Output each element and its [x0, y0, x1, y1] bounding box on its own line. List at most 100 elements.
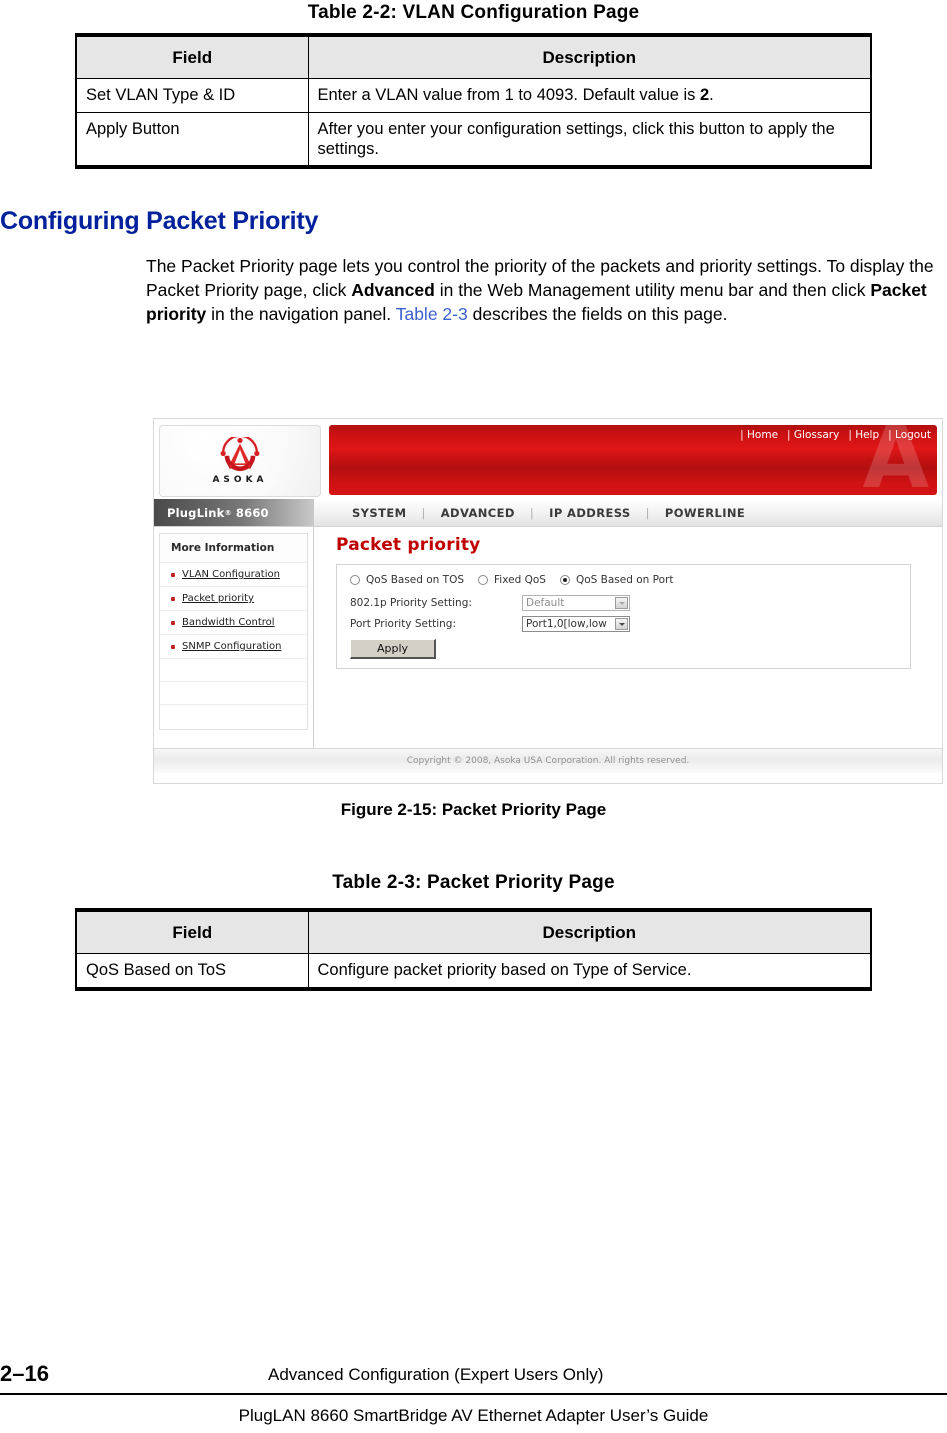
- table-2-3-wrap: Field Description QoS Based on ToS Confi…: [0, 908, 947, 991]
- bullet-icon: [171, 596, 175, 601]
- dropdown-port-priority[interactable]: Port1,0[low,low: [522, 616, 630, 632]
- asoka-logo-text: ASOKA: [212, 475, 268, 485]
- sidebar-title: More Information: [160, 533, 307, 563]
- column-header-field: Field: [75, 34, 309, 80]
- radio-option-qos-based-on-port[interactable]: QoS Based on Port: [559, 574, 673, 586]
- sidebar-item-label: SNMP Configuration: [182, 641, 282, 652]
- column-header-description: Description: [307, 909, 872, 955]
- table-row: QoS Based on ToS Configure packet priori…: [75, 953, 872, 990]
- desc-text-part-2: .: [709, 86, 714, 105]
- content-panel: Packet priority QoS Based on TOS Fixed Q…: [314, 527, 942, 748]
- packet-priority-form: QoS Based on TOS Fixed QoS QoS Based on …: [336, 564, 911, 669]
- table-row: Set VLAN Type & ID Enter a VLAN value fr…: [75, 78, 872, 113]
- screenshot-body: More Information VLAN Configuration Pack…: [154, 527, 942, 748]
- para-part-2: in the Web Management utility menu bar a…: [434, 280, 871, 301]
- cross-reference-table-2-3[interactable]: Table 2-3: [396, 304, 468, 324]
- table-row: Apply Button After you enter your config…: [75, 111, 872, 168]
- page-number: 2–16: [0, 1361, 49, 1386]
- radio-icon[interactable]: [478, 575, 489, 585]
- page-title: Configuring Packet Priority: [0, 207, 319, 235]
- field-row-8021p-priority: 802.1p Priority Setting: Default: [350, 595, 900, 611]
- guide-title: PlugLAN 8660 SmartBridge AV Ethernet Ada…: [238, 1406, 709, 1425]
- qos-mode-radio-group: QoS Based on TOS Fixed QoS QoS Based on …: [350, 574, 900, 586]
- sidebar-item-packet-priority[interactable]: Packet priority: [160, 587, 307, 611]
- link-help[interactable]: Help: [848, 429, 879, 441]
- dropdown-value: Port1,0[low,low: [526, 618, 607, 630]
- sidebar-item-bandwidth-control[interactable]: Bandwidth Control: [160, 611, 307, 635]
- table-header-row: Field Description: [75, 34, 872, 80]
- registered-icon: ®: [224, 508, 232, 517]
- sidebar-item-label: VLAN Configuration: [182, 569, 280, 580]
- menu-item-system[interactable]: SYSTEM: [350, 506, 408, 520]
- menu-bar: SYSTEM | ADVANCED | IP ADDRESS | POWERLI…: [314, 499, 942, 526]
- radio-label: Fixed QoS: [494, 574, 546, 586]
- radio-icon-selected[interactable]: [559, 575, 570, 585]
- sidebar-item-label: Packet priority: [182, 593, 254, 604]
- brand-name: PlugLink: [167, 505, 225, 520]
- desc-text-part-1: Enter a VLAN value from 1 to 4093. Defau…: [317, 86, 700, 105]
- table-2-2-caption: Table 2-2: VLAN Configuration Page: [307, 2, 640, 23]
- sidebar-item-label: Bandwidth Control: [182, 617, 275, 628]
- menu-separator: |: [645, 505, 650, 520]
- radio-label: QoS Based on TOS: [366, 574, 465, 586]
- cell-field: QoS Based on ToS: [75, 953, 309, 990]
- chapter-name: Advanced Configuration (Expert Users Onl…: [268, 1365, 604, 1384]
- dropdown-value: Default: [526, 597, 565, 609]
- brand-model: 8660: [235, 505, 269, 520]
- bullet-icon: [171, 644, 175, 649]
- packet-priority-screenshot: ASOKA A Home Glossary Help Logout PlugLi…: [153, 418, 943, 784]
- more-information-panel: More Information VLAN Configuration Pack…: [159, 533, 308, 730]
- navigation-panel: More Information VLAN Configuration Pack…: [154, 527, 314, 748]
- table-2-2-wrap: Field Description Set VLAN Type & ID Ent…: [0, 33, 947, 170]
- table-2-3-caption-wrap: Table 2-3: Packet Priority Page: [0, 872, 947, 894]
- para-bold-advanced: Advanced: [351, 280, 435, 301]
- table-2-3: Field Description QoS Based on ToS Confi…: [75, 908, 872, 991]
- asoka-logo-icon: [220, 437, 260, 472]
- field-label: 802.1p Priority Setting:: [350, 597, 472, 609]
- link-glossary[interactable]: Glossary: [787, 429, 839, 441]
- column-header-description: Description: [307, 34, 872, 80]
- field-row-port-priority: Port Priority Setting: Port1,0[low,low: [350, 616, 900, 632]
- apply-button[interactable]: Apply: [350, 639, 436, 659]
- screenshot-header: ASOKA A Home Glossary Help Logout: [154, 419, 942, 499]
- sidebar-item-snmp-configuration[interactable]: SNMP Configuration: [160, 635, 307, 659]
- menu-separator: |: [529, 505, 535, 520]
- menu-item-advanced[interactable]: ADVANCED: [439, 506, 517, 520]
- sidebar-item-vlan-configuration[interactable]: VLAN Configuration: [160, 563, 307, 587]
- desc-default-value: 2: [699, 86, 710, 105]
- footer-divider: [0, 1393, 947, 1395]
- cell-description: After you enter your configuration setti…: [307, 111, 872, 168]
- column-header-field: Field: [75, 909, 309, 955]
- menu-separator: |: [421, 505, 426, 520]
- para-part-4: describes the fields on this page.: [467, 304, 728, 325]
- cell-field: Apply Button: [75, 111, 309, 168]
- figure-caption: Figure 2-15: Packet Priority Page: [340, 800, 607, 819]
- main-navbar: PlugLink ® 8660 SYSTEM | ADVANCED | IP AD…: [154, 499, 942, 527]
- cell-description: Enter a VLAN value from 1 to 4093. Defau…: [307, 78, 872, 113]
- menu-item-ip-address[interactable]: IP ADDRESS: [547, 506, 632, 520]
- radio-icon[interactable]: [350, 575, 360, 585]
- screenshot-footer: Copyright © 2008, Asoka USA Corporation.…: [154, 748, 942, 773]
- menu-item-powerline[interactable]: POWERLINE: [663, 506, 747, 520]
- content-title: Packet priority: [336, 535, 481, 555]
- sidebar-spacer: [160, 659, 307, 682]
- link-logout[interactable]: Logout: [888, 429, 931, 441]
- chevron-down-icon[interactable]: [615, 618, 628, 630]
- para-part-3: in the navigation panel.: [206, 304, 396, 325]
- table-2-2-caption-wrap: Table 2-2: VLAN Configuration Page: [0, 2, 947, 24]
- bullet-icon: [171, 572, 175, 577]
- radio-option-fixed-qos[interactable]: Fixed QoS: [478, 574, 546, 586]
- chevron-down-icon[interactable]: [615, 597, 628, 609]
- link-home[interactable]: Home: [740, 429, 778, 441]
- sidebar-spacer: [160, 682, 307, 705]
- table-2-2: Field Description Set VLAN Type & ID Ent…: [75, 33, 872, 170]
- field-label: Port Priority Setting:: [350, 618, 456, 630]
- radio-option-qos-based-on-tos[interactable]: QoS Based on TOS: [350, 574, 464, 586]
- cell-field: Set VLAN Type & ID: [75, 78, 309, 113]
- banner-nav-links: Home Glossary Help Logout: [740, 429, 931, 441]
- dropdown-8021p-priority[interactable]: Default: [522, 595, 630, 611]
- asoka-logo: ASOKA: [159, 425, 321, 497]
- cell-description: Configure packet priority based on Type …: [307, 953, 872, 990]
- section-paragraph: The Packet Priority page lets you contro…: [146, 254, 936, 326]
- bullet-icon: [171, 620, 175, 625]
